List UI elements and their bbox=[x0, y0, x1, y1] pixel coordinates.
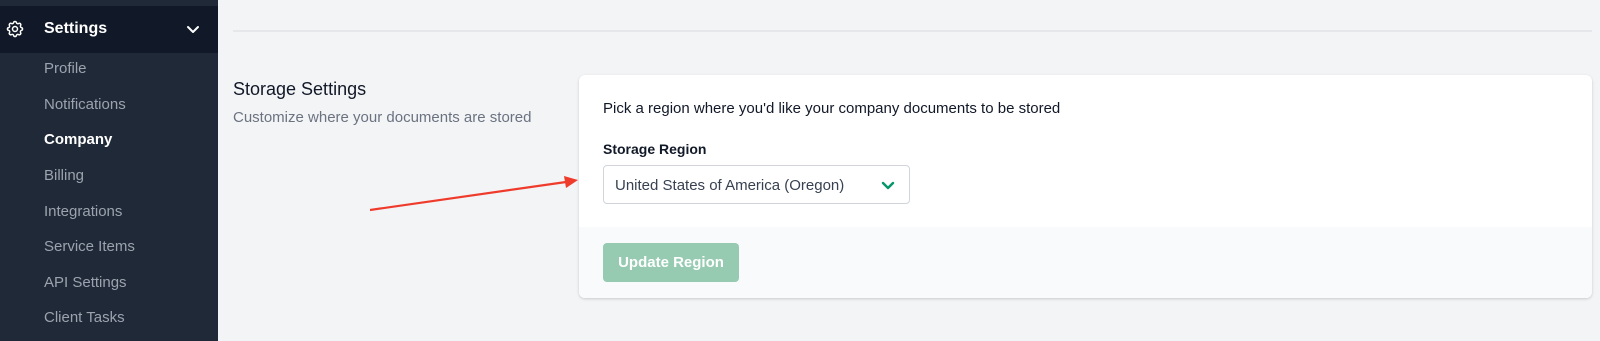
card-description: Pick a region where you'd like your comp… bbox=[603, 100, 1061, 117]
storage-settings-card: Pick a region where you'd like your comp… bbox=[579, 75, 1592, 298]
sidebar-item-integrations[interactable]: Integrations bbox=[44, 203, 122, 220]
sidebar-item-notifications[interactable]: Notifications bbox=[44, 96, 126, 113]
update-region-button[interactable]: Update Region bbox=[603, 243, 739, 282]
storage-region-select[interactable]: United States of America (Oregon) bbox=[603, 165, 910, 204]
sidebar-item-client-tasks[interactable]: Client Tasks bbox=[44, 309, 125, 326]
section-divider bbox=[233, 30, 1592, 32]
annotation-arrow-icon bbox=[370, 176, 578, 212]
storage-region-value: United States of America (Oregon) bbox=[615, 177, 845, 194]
section-description: Customize where your documents are store… bbox=[233, 109, 532, 126]
sidebar-item-profile[interactable]: Profile bbox=[44, 60, 87, 77]
section-title: Storage Settings bbox=[233, 79, 367, 99]
sidebar-item-billing[interactable]: Billing bbox=[44, 167, 84, 184]
storage-region-label: Storage Region bbox=[603, 141, 707, 157]
sidebar-item-api-settings[interactable]: API Settings bbox=[44, 274, 127, 291]
sidebar-header-label: Settings bbox=[44, 20, 108, 37]
sidebar-item-company[interactable]: Company bbox=[44, 131, 112, 148]
chevron-down-icon bbox=[881, 181, 895, 190]
sidebar-header-settings[interactable]: Settings bbox=[0, 6, 218, 53]
sidebar: Settings Profile Notifications Company B… bbox=[0, 0, 218, 341]
gear-icon bbox=[6, 20, 24, 38]
chevron-down-icon[interactable] bbox=[186, 24, 200, 36]
sidebar-item-service-items[interactable]: Service Items bbox=[44, 238, 135, 255]
